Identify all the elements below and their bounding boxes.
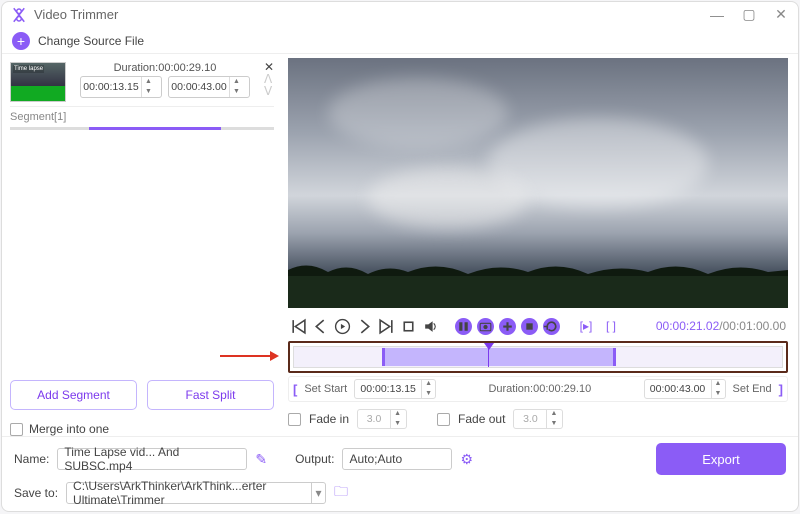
app-window: Video Trimmer ― ▢ ✕ + Change Source File… <box>1 1 799 512</box>
title-bar: Video Trimmer ― ▢ ✕ <box>2 2 798 29</box>
current-time: 00:00:21.02 <box>656 319 719 333</box>
bracket-start-icon: [ <box>293 382 297 397</box>
output-field[interactable]: Auto;Auto <box>342 448 452 470</box>
bottom-bar: Name: Time Lapse vid... And SUBSC.mp4 ✎ … <box>2 436 798 511</box>
snapshot-icon[interactable] <box>477 318 494 335</box>
fade-row: Fade in ▲▼ Fade out ▲▼ <box>288 406 788 432</box>
goto-end-icon[interactable] <box>378 318 395 335</box>
main-pane: [▸] [ ] 00:00:21.02/00:01:00.00 [ Set St… <box>282 54 798 436</box>
stop-icon[interactable] <box>400 318 417 335</box>
sidebar: Duration:00:00:29.10 ▲▼ ▲▼ ✕ ᐱ <box>2 54 282 436</box>
spin-down-icon[interactable]: ▼ <box>142 87 155 97</box>
segment-move-down-icon[interactable]: ᐯ <box>264 86 274 96</box>
fade-out-checkbox[interactable] <box>437 413 450 426</box>
loop-icon[interactable] <box>521 318 538 335</box>
range-duration-label: Duration:00:00:29.10 <box>440 383 639 395</box>
add-source-icon[interactable]: + <box>12 32 30 50</box>
app-logo-icon <box>10 6 28 24</box>
spin-up-icon[interactable]: ▲ <box>230 77 243 87</box>
app-title: Video Trimmer <box>34 7 118 22</box>
fade-out-label: Fade out <box>458 412 505 426</box>
fade-in-label: Fade in <box>309 412 349 426</box>
fade-in-checkbox[interactable] <box>288 413 301 426</box>
video-preview[interactable] <box>288 58 788 308</box>
segment-name: Segment[1] <box>10 111 274 123</box>
segment-start-input[interactable]: ▲▼ <box>80 76 162 98</box>
total-time: /00:01:00.00 <box>719 319 786 333</box>
name-label: Name: <box>14 452 49 466</box>
top-action-bar: + Change Source File <box>2 29 798 54</box>
prev-frame-icon[interactable] <box>312 318 329 335</box>
change-source-label[interactable]: Change Source File <box>38 34 144 48</box>
merge-checkbox[interactable] <box>10 423 23 436</box>
export-button[interactable]: Export <box>656 443 786 475</box>
bracket-end-icon: ] <box>779 382 783 397</box>
play-icon[interactable] <box>334 318 351 335</box>
add-segment-button[interactable]: Add Segment <box>10 380 137 410</box>
fade-out-input[interactable]: ▲▼ <box>513 409 563 429</box>
mark-in-icon[interactable]: [▸] <box>576 318 596 335</box>
refresh-icon[interactable] <box>543 318 560 335</box>
segment-remove-icon[interactable]: ✕ <box>264 62 274 72</box>
playhead-icon[interactable] <box>484 343 494 350</box>
fast-split-button[interactable]: Fast Split <box>147 380 274 410</box>
compare-icon[interactable] <box>455 318 472 335</box>
saveto-label: Save to: <box>14 486 58 500</box>
merge-label: Merge into one <box>29 422 109 436</box>
segment-end-input[interactable]: ▲▼ <box>168 76 250 98</box>
next-frame-icon[interactable] <box>356 318 373 335</box>
set-start-label[interactable]: Set Start <box>301 383 350 395</box>
spin-up-icon[interactable]: ▲ <box>142 77 155 87</box>
segment-duration-label: Duration:00:00:29.10 <box>70 62 260 74</box>
add-icon[interactable] <box>499 318 516 335</box>
timeline-container <box>288 341 788 373</box>
timeline[interactable] <box>293 346 783 368</box>
minimize-button[interactable]: ― <box>708 6 726 24</box>
player-controls: [▸] [ ] 00:00:21.02/00:01:00.00 <box>288 314 788 338</box>
segment-move-up-icon[interactable]: ᐱ <box>264 74 274 84</box>
volume-icon[interactable] <box>422 318 439 335</box>
range-start-input[interactable]: ▲▼ <box>354 379 436 399</box>
edit-name-icon[interactable]: ✎ <box>255 451 267 468</box>
time-display: 00:00:21.02/00:01:00.00 <box>656 319 786 333</box>
selection-range[interactable] <box>382 348 616 366</box>
saveto-field[interactable]: C:\Users\ArkThinker\ArkThink...erter Ult… <box>66 482 326 504</box>
output-settings-icon[interactable]: ⚙ <box>460 451 473 468</box>
saveto-dropdown-icon[interactable]: ▾ <box>311 483 325 503</box>
spin-down-icon[interactable]: ▼ <box>230 87 243 97</box>
segment-row[interactable]: Duration:00:00:29.10 ▲▼ ▲▼ ✕ ᐱ <box>10 58 274 107</box>
mark-out-icon[interactable]: [ ] <box>601 318 621 335</box>
close-button[interactable]: ✕ <box>772 6 790 24</box>
segment-track[interactable] <box>10 127 274 130</box>
fade-in-input[interactable]: ▲▼ <box>357 409 407 429</box>
range-row: [ Set Start ▲▼ Duration:00:00:29.10 ▲▼ S… <box>288 376 788 402</box>
segment-thumbnail[interactable] <box>10 62 66 102</box>
set-end-label[interactable]: Set End <box>730 383 775 395</box>
maximize-button[interactable]: ▢ <box>740 6 758 24</box>
range-end-input[interactable]: ▲▼ <box>644 379 726 399</box>
output-label: Output: <box>295 452 334 466</box>
open-folder-icon[interactable]: 🗀 <box>334 481 348 505</box>
name-field[interactable]: Time Lapse vid... And SUBSC.mp4 <box>57 448 247 470</box>
goto-start-icon[interactable] <box>290 318 307 335</box>
annotation-arrow-icon <box>220 351 279 361</box>
